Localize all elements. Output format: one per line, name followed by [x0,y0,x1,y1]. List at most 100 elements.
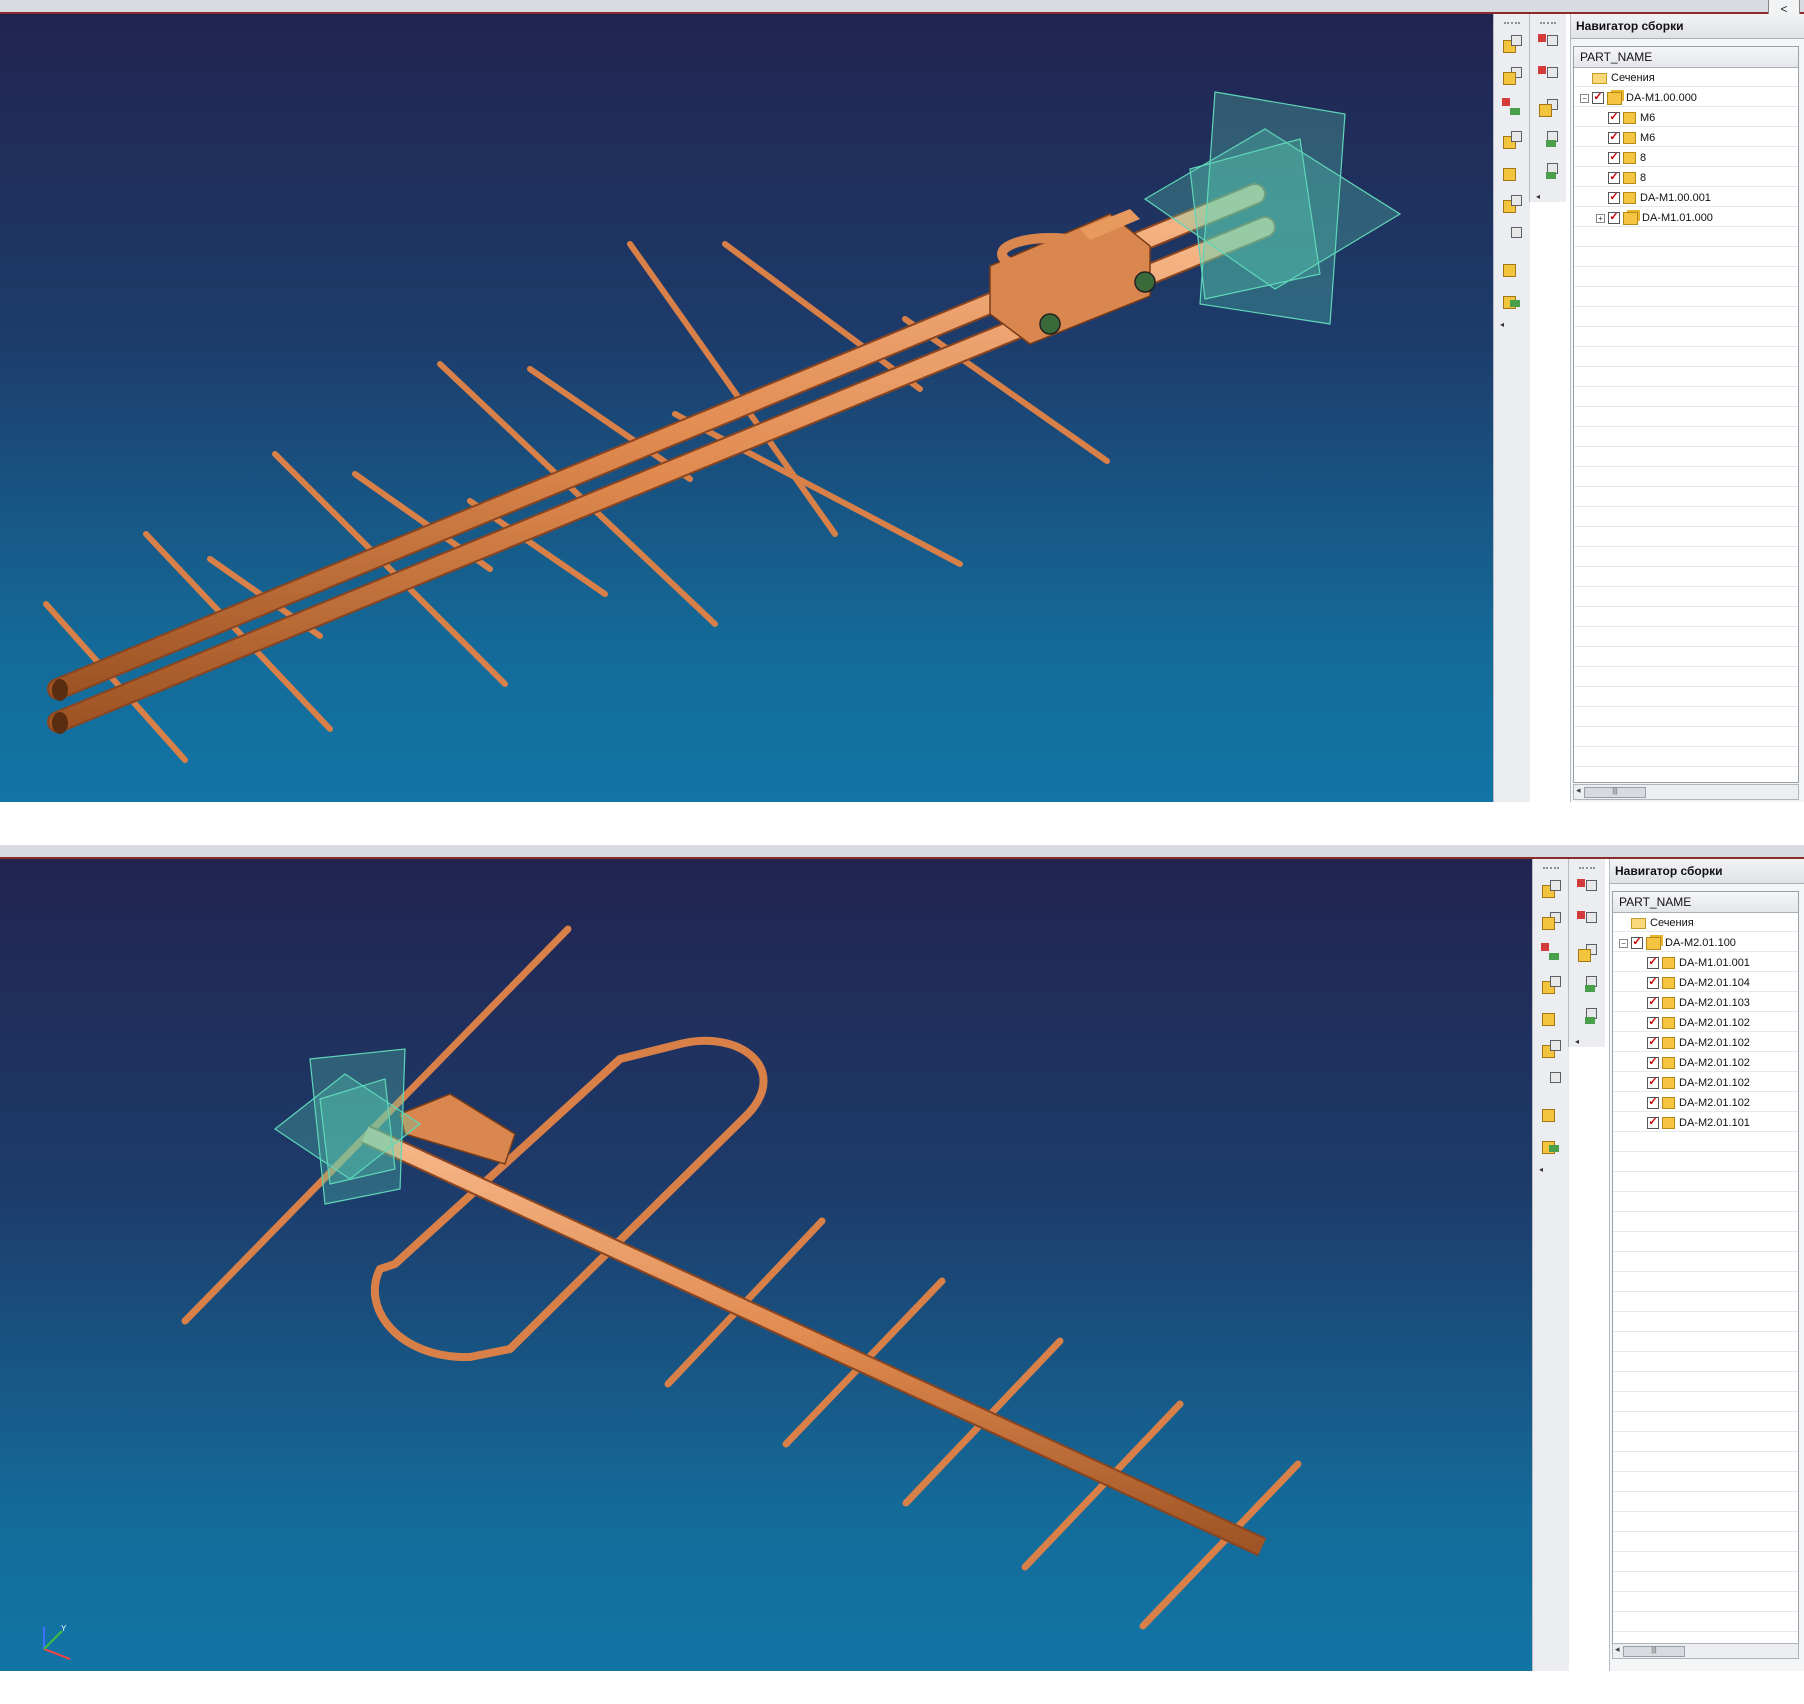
expand-icon[interactable]: + [1596,213,1605,223]
assembly-navigator: Навигатор сборки PART_NAME Сечения − ✓ DA-M… [1570,14,1804,802]
toolbar-collapse-icon[interactable]: ◂ [1575,1037,1605,1046]
collapse-icon[interactable]: − [1619,938,1628,948]
graphics-viewport[interactable]: Y [0,859,1532,1671]
tree-row[interactable]: ✓ 8 [1574,168,1798,188]
constraint-navigator-icon[interactable] [1536,32,1560,56]
add-component-icon[interactable] [1539,877,1563,901]
tree-row-label: DA-M2.01.102 [1679,1037,1750,1050]
pattern-icon[interactable] [1539,973,1563,997]
column-header-part-name[interactable]: PART_NAME [1613,892,1798,913]
toolbar-collapse-icon[interactable]: ◂ [1536,192,1566,201]
arrangement-icon[interactable] [1536,64,1560,88]
tree-row[interactable]: ✓ DA-M2.01.104 [1613,973,1798,993]
tree-row[interactable]: ✓ DA-M2.01.102 [1613,1073,1798,1093]
link-icon[interactable] [1500,192,1524,216]
screenshot-2: Y ◂ ◂ Навигатор сборки PART_NAME Сечения… [0,845,1804,1704]
visibility-checkbox[interactable]: ✓ [1631,937,1643,950]
tree-row[interactable]: − ✓ DA-M1.00.000 [1574,88,1798,108]
tree-row-label: M6 [1640,132,1656,145]
check-clearance-icon[interactable] [1500,256,1524,280]
visibility-checkbox[interactable]: ✓ [1608,152,1620,165]
tree-row-label: 8 [1640,152,1647,165]
tree-row[interactable]: + ✓ DA-M1.01.000 [1574,208,1798,228]
design-view-icon[interactable] [1575,1005,1599,1029]
arrangement-icon[interactable] [1575,909,1599,933]
datum-planes [1143,91,1402,325]
sequence-icon[interactable] [1536,96,1560,120]
part-icon [1662,1097,1675,1110]
pattern-icon[interactable] [1500,128,1524,152]
reposition-icon[interactable] [1539,941,1563,965]
folded-dipole [371,1036,768,1362]
tree-row[interactable]: ✓ M6 [1574,108,1798,128]
sequence-icon[interactable] [1575,941,1599,965]
element-rod [1139,1460,1302,1630]
navigator-horizontal-scrollbar[interactable]: ◂ ||| [1612,1643,1799,1659]
visibility-checkbox[interactable]: ✓ [1647,1077,1659,1090]
visibility-checkbox[interactable]: ✓ [1647,997,1659,1010]
tree-row[interactable]: ✓ DA-M2.01.102 [1613,1033,1798,1053]
toolbar-collapse-icon[interactable]: ◂ [1539,1165,1569,1174]
visibility-checkbox[interactable]: ✓ [1647,1097,1659,1110]
tree-row[interactable]: ✓ DA-M2.01.102 [1613,1093,1798,1113]
replace-component-icon[interactable] [1536,128,1560,152]
antenna-model-1 [43,91,1402,763]
visibility-checkbox[interactable]: ✓ [1592,92,1604,105]
wave-link-icon[interactable] [1500,224,1524,248]
mate-icon[interactable] [1500,64,1524,88]
visibility-checkbox[interactable]: ✓ [1608,212,1620,225]
constraint-navigator-icon[interactable] [1575,877,1599,901]
coordinate-triad: Y [43,1624,71,1660]
assembly-load-icon[interactable] [1500,288,1524,312]
visibility-checkbox[interactable]: ✓ [1647,977,1659,990]
tree-row[interactable]: ✓ M6 [1574,128,1798,148]
add-component-icon[interactable] [1500,32,1524,56]
navigator-title: Навигатор сборки [1610,859,1804,884]
navigator-horizontal-scrollbar[interactable]: ◂ ||| [1573,784,1799,800]
visibility-checkbox[interactable]: ✓ [1608,192,1620,205]
replace-component-icon[interactable] [1575,973,1599,997]
visibility-checkbox[interactable]: ✓ [1647,1057,1659,1070]
tree-row[interactable]: ✓ DA-M2.01.101 [1613,1113,1798,1133]
tree-row[interactable]: ✓ DA-M1.00.001 [1574,188,1798,208]
navigator-tree: PART_NAME Сечения − ✓ DA-M2.01.100 ✓ DA-M1.01… [1612,891,1799,1656]
visibility-checkbox[interactable]: ✓ [1647,1037,1659,1050]
explode-icon[interactable] [1500,160,1524,184]
graphics-viewport[interactable] [0,14,1493,802]
tree-row[interactable]: ✓ DA-M2.01.103 [1613,993,1798,1013]
tree-row[interactable]: Сечения [1574,68,1798,88]
visibility-checkbox[interactable]: ✓ [1647,1117,1659,1130]
check-clearance-icon[interactable] [1539,1101,1563,1125]
tree-row-label: DA-M1.01.001 [1679,957,1750,970]
part-icon [1623,172,1636,185]
visibility-checkbox[interactable]: ✓ [1608,112,1620,125]
element-rod [1021,1400,1184,1571]
tree-row[interactable]: ✓ DA-M2.01.102 [1613,1013,1798,1033]
part-icon [1623,132,1636,145]
visibility-checkbox[interactable]: ✓ [1647,1017,1659,1030]
tree-row[interactable]: ✓ 8 [1574,148,1798,168]
column-header-part-name[interactable]: PART_NAME [1574,47,1798,68]
tree-row[interactable]: − ✓ DA-M2.01.100 [1613,933,1798,953]
explode-icon[interactable] [1539,1005,1563,1029]
collapse-icon[interactable]: − [1580,93,1589,103]
tree-row[interactable]: Сечения [1613,913,1798,933]
visibility-checkbox[interactable]: ✓ [1608,132,1620,145]
link-icon[interactable] [1539,1037,1563,1061]
wave-link-icon[interactable] [1539,1069,1563,1093]
part-icon [1662,1017,1675,1030]
navigator-tree: PART_NAME Сечения − ✓ DA-M1.00.000 ✓ M6 ✓ M6 ✓ 8 ✓… [1573,46,1799,783]
design-view-icon[interactable] [1536,160,1560,184]
assembly-toolbar-left: ◂ [1532,859,1569,1671]
assembly-load-icon[interactable] [1539,1133,1563,1157]
part-icon [1662,1037,1675,1050]
reposition-icon[interactable] [1500,96,1524,120]
part-icon [1623,112,1636,125]
visibility-checkbox[interactable]: ✓ [1608,172,1620,185]
tree-row[interactable]: ✓ DA-M1.01.001 [1613,953,1798,973]
toolbar-collapse-icon[interactable]: ◂ [1500,320,1530,329]
part-icon [1662,957,1675,970]
mate-icon[interactable] [1539,909,1563,933]
visibility-checkbox[interactable]: ✓ [1647,957,1659,970]
tree-row[interactable]: ✓ DA-M2.01.102 [1613,1053,1798,1073]
